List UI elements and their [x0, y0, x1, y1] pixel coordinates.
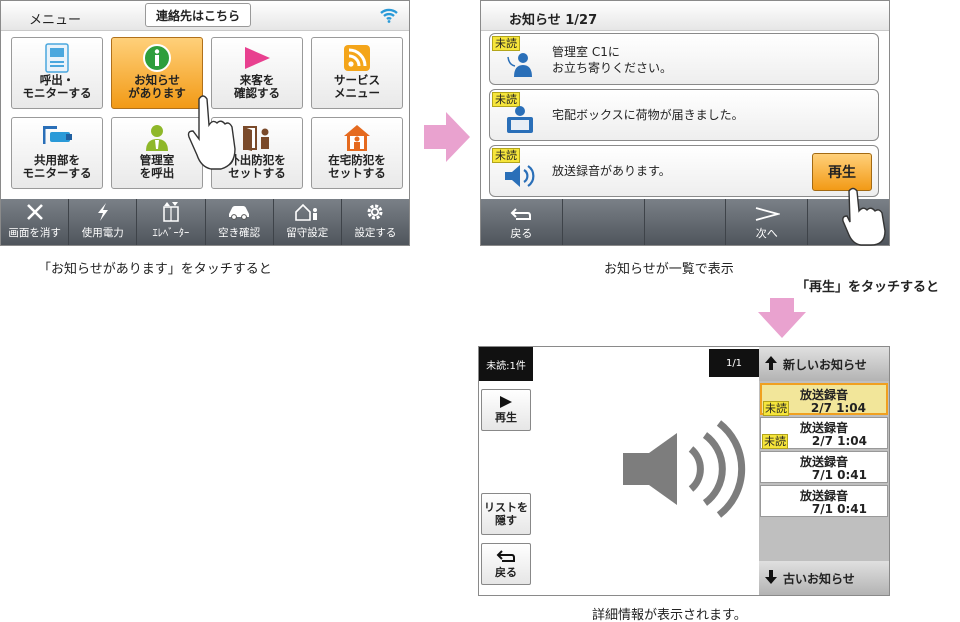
- elevator-button[interactable]: ｴﾚﾍﾞｰﾀｰ: [137, 199, 206, 245]
- bar-label: 画面を消す: [8, 227, 61, 239]
- unread-badge: 未読: [762, 434, 788, 449]
- contact-button[interactable]: 連絡先はこちら: [145, 3, 251, 27]
- power-usage-button[interactable]: 使用電力: [69, 199, 138, 245]
- list-item[interactable]: 放送録音 7/1 0:41: [760, 451, 888, 483]
- list-title: お知らせ 1/27: [509, 13, 598, 28]
- hide-list-button[interactable]: リストを 隠す: [481, 493, 531, 535]
- away-setting-button[interactable]: 留守設定: [274, 199, 342, 245]
- intercom-icon: [37, 42, 77, 74]
- play-caption: 「再生」をタッチすると: [796, 280, 940, 295]
- arrow-right-icon: [424, 112, 470, 162]
- item-date: 2/7 1:04: [811, 434, 867, 448]
- item-date: 2/7 1:04: [810, 401, 866, 415]
- parking-check-button[interactable]: 空き確認: [206, 199, 274, 245]
- unread-count: 未読:1件: [479, 347, 533, 381]
- wifi-icon: [379, 7, 399, 27]
- home-person-icon: [337, 122, 377, 154]
- arrow-down-icon: [758, 298, 806, 338]
- list-header-label: 新しいお知らせ: [783, 357, 867, 372]
- tile-label: 共用部を モニターする: [22, 153, 92, 180]
- settings-button[interactable]: 設定する: [342, 199, 409, 245]
- bar-label: ｴﾚﾍﾞｰﾀｰ: [152, 227, 190, 239]
- gear-icon: [365, 201, 385, 223]
- manager-icon: [137, 122, 177, 154]
- back-button[interactable]: 戻る: [481, 543, 531, 585]
- car-icon: [227, 201, 251, 223]
- list-footer-label: 古いお知らせ: [783, 571, 855, 586]
- detail-caption: 詳細情報が表示されます。: [592, 608, 747, 622]
- speaker-icon: [623, 420, 746, 518]
- unread-badge: 未読: [763, 401, 789, 416]
- tile-label: 在宅防犯を セットする: [328, 153, 386, 180]
- tile-label: お知らせ があります: [128, 73, 186, 100]
- play-button[interactable]: 再生: [812, 153, 872, 191]
- tile-common-area[interactable]: 共用部を モニターする: [11, 117, 103, 189]
- back-button[interactable]: 戻る: [481, 199, 563, 245]
- notice-list: 新しいお知らせ 放送録音 未読 2/7 1:04 放送録音 未読 2/7 1:0…: [759, 347, 889, 595]
- back-label: 戻る: [495, 566, 517, 579]
- blank-button[interactable]: [645, 199, 727, 245]
- bar-label: 設定する: [354, 227, 397, 239]
- item-date: 7/1 0:41: [811, 468, 867, 482]
- tile-call-monitor[interactable]: 呼出・ モニターする: [11, 37, 103, 109]
- bar-label: 戻る: [510, 227, 533, 240]
- message-row[interactable]: 未読 宅配ボックスに荷物が届きました。: [489, 89, 879, 141]
- notice-list-screen: お知らせ 1/27 未読 管理室 C1に お立ち寄りください。 未読 宅配ボック…: [480, 0, 890, 246]
- bar-label: 使用電力: [81, 227, 124, 239]
- message-text: 放送録音があります。: [552, 164, 671, 178]
- play-label: 再生: [495, 411, 517, 424]
- flag-icon: [237, 42, 277, 74]
- tile-label: 管理室 を呼出: [139, 153, 175, 180]
- screen-off-button[interactable]: 画面を消す: [1, 199, 70, 245]
- menu-bottom-bar: 画面を消す 使用電力 ｴﾚﾍﾞｰﾀｰ 空き確認 留守設定 設定する: [1, 199, 409, 245]
- message-row[interactable]: 未読 放送録音があります。 再生: [489, 145, 879, 197]
- blank-button[interactable]: [563, 199, 645, 245]
- menu-title: メニュー: [29, 13, 82, 28]
- bar-label: 留守設定: [286, 227, 329, 239]
- info-icon: [137, 42, 177, 74]
- item-date: 7/1 0:41: [811, 502, 867, 516]
- notice-detail-screen: 未読:1件 再生 リストを 隠す 戻る 1/1 新しいお知らせ 放送録音 未読 …: [478, 346, 890, 596]
- next-button[interactable]: 次へ: [726, 199, 809, 245]
- lightning-icon: [95, 201, 111, 223]
- bar-label: 次へ: [755, 227, 778, 240]
- list-caption: お知らせが一覧で表示: [604, 262, 734, 277]
- message-text: 宅配ボックスに荷物が届きました。: [552, 108, 744, 122]
- down-arrow-icon: [765, 569, 777, 587]
- list-header: お知らせ 1/27: [481, 1, 889, 31]
- next-arrow-icon: [754, 206, 782, 225]
- tile-service[interactable]: サービス メニュー: [311, 37, 403, 109]
- hand-pointer-icon: [187, 95, 236, 170]
- away-icon: [294, 201, 320, 223]
- message-text: 管理室 C1に お立ち寄りください。: [552, 45, 673, 75]
- tile-label: 呼出・ モニターする: [22, 73, 92, 100]
- newer-notices-button[interactable]: 新しいお知らせ: [759, 347, 889, 381]
- play-icon: [499, 396, 513, 411]
- list-item[interactable]: 放送録音 未読 2/7 1:04: [760, 417, 888, 449]
- camera-icon: [37, 122, 77, 154]
- play-button[interactable]: 再生: [481, 389, 531, 431]
- tile-label: サービス メニュー: [334, 73, 380, 100]
- delivery-box-icon: [502, 104, 538, 136]
- speaker-icon: [502, 160, 538, 192]
- up-arrow-icon: [765, 355, 777, 373]
- menu-screen: メニュー 連絡先はこちら 呼出・ モニターする お知らせ があります 来客を 確…: [0, 0, 410, 246]
- tile-home-security[interactable]: 在宅防犯を セットする: [311, 117, 403, 189]
- list-item[interactable]: 放送録音 未読 2/7 1:04: [760, 383, 888, 416]
- manager-icon: [502, 48, 538, 80]
- back-arrow-icon: [510, 206, 532, 225]
- rss-icon: [337, 42, 377, 74]
- message-row[interactable]: 未読 管理室 C1に お立ち寄りください。: [489, 33, 879, 85]
- close-icon: [26, 201, 44, 223]
- list-item[interactable]: 放送録音 7/1 0:41: [760, 485, 888, 517]
- menu-caption: 「お知らせがあります」をタッチすると: [38, 262, 272, 277]
- older-notices-button[interactable]: 古いお知らせ: [759, 561, 889, 595]
- back-arrow-icon: [496, 549, 516, 566]
- page-indicator: 1/1: [709, 349, 759, 377]
- menu-header: メニュー 連絡先はこちら: [1, 1, 409, 31]
- elevator-icon: [162, 201, 180, 223]
- list-bottom-bar: 戻る 次へ: [481, 199, 889, 245]
- bar-label: 空き確認: [218, 227, 261, 239]
- hand-pointer-icon: [842, 187, 886, 246]
